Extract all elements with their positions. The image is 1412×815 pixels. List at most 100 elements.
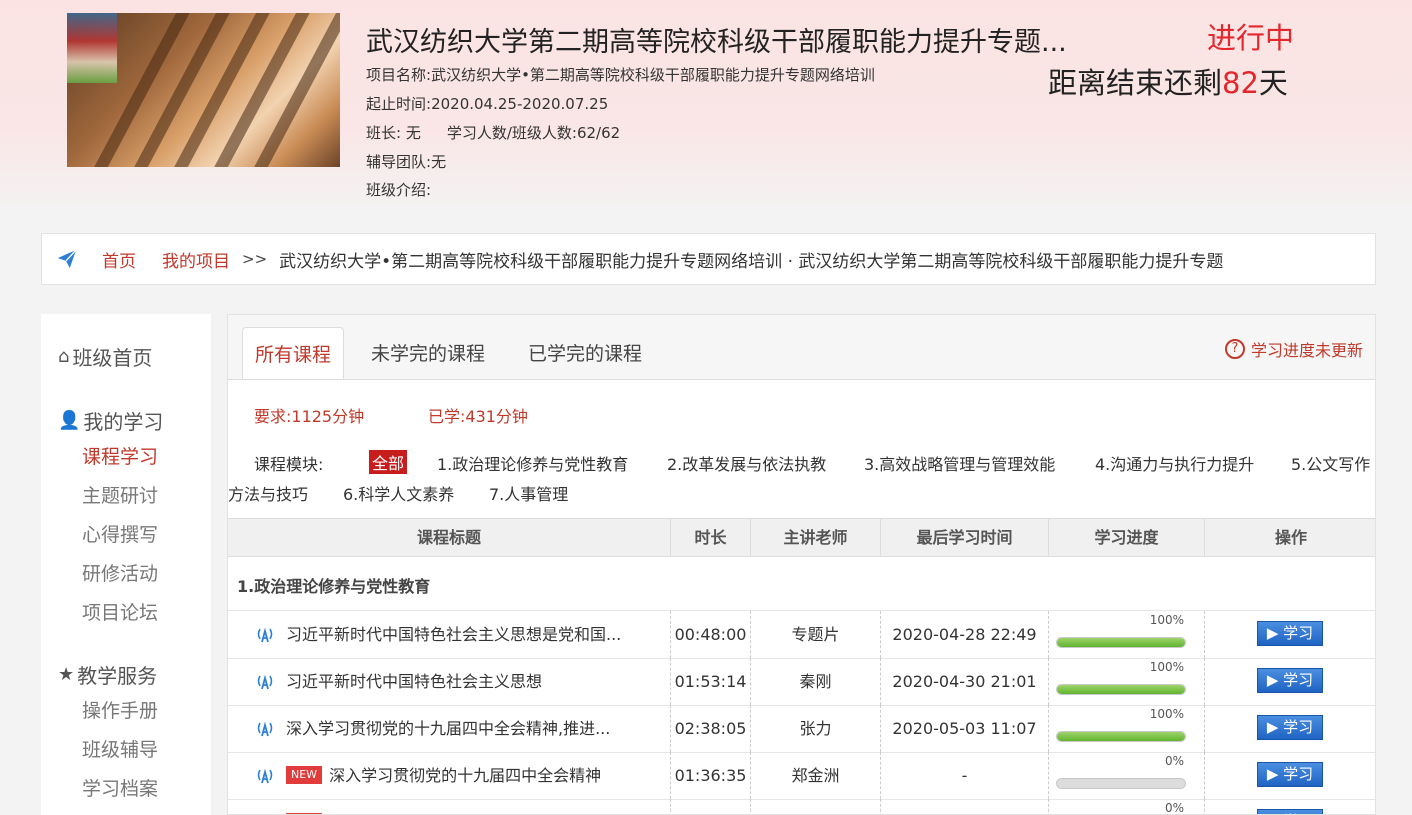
broadcast-icon — [257, 674, 273, 690]
last-study-cell — [881, 799, 1049, 814]
module-section-title: 1.政治理论修养与党性教育 — [237, 577, 431, 596]
question-icon: ? — [1224, 339, 1245, 359]
status-badge: 进行中 — [1207, 21, 1295, 55]
progress-not-updated-link[interactable]: ? 学习进度未更新 — [1224, 337, 1363, 361]
project-title: 武汉纺织大学第二期高等院校科级干部履职能力提升专题... — [366, 27, 1067, 58]
duration-cell: 00:48:00 — [671, 611, 751, 658]
breadcrumb-separator: >> — [242, 250, 268, 268]
col-teacher: 主讲老师 — [751, 519, 881, 556]
sidebar-item-course-study[interactable]: 课程学习 — [82, 442, 158, 469]
teacher-cell: 秦刚 — [751, 658, 881, 705]
sidebar-my-study-label: 我的学习 — [83, 410, 164, 434]
progress-percent: 100% — [1149, 660, 1184, 674]
study-button[interactable]: ▶ 学习 — [1257, 621, 1323, 646]
duration-cell: 02:38:05 — [671, 705, 751, 752]
tab-bar: 所有课程 未学完的课程 已学完的课程 ? 学习进度未更新 — [228, 315, 1375, 380]
col-progress: 学习进度 — [1049, 519, 1205, 556]
course-title-link[interactable]: NEW 深入学习贯彻党的十九届四中全会精神 — [286, 752, 601, 799]
study-button[interactable]: ▶ 学习 — [1257, 668, 1323, 693]
intro-line: 班级介绍: — [366, 179, 431, 200]
teacher-cell: 郑金洲 — [751, 752, 881, 799]
students-value: 62/62 — [576, 124, 621, 142]
user-icon: 👤 — [58, 410, 81, 431]
required-minutes: 要求:1125分钟 — [254, 407, 365, 426]
course-title-link[interactable]: 深入学习贯彻党的十九届四中全会精神,推进... — [286, 705, 610, 752]
progress-percent: 0% — [1164, 754, 1184, 768]
students-label: 学习人数/班级人数: — [446, 124, 577, 142]
sidebar-item-manual[interactable]: 操作手册 — [82, 696, 158, 723]
sidebar-services-heading: ★ 教学服务 — [58, 660, 157, 689]
progress-cell: 0% — [1049, 799, 1205, 814]
teacher-cell: 专题片 — [751, 611, 881, 658]
duration-cell — [671, 799, 751, 814]
sidebar-item-tutoring[interactable]: 班级辅导 — [82, 735, 158, 762]
tab-unfinished-courses[interactable]: 未学完的课程 — [359, 327, 497, 379]
course-title-link[interactable]: NEW — [286, 799, 329, 814]
sidebar-item-archive[interactable]: 学习档案 — [82, 774, 158, 801]
progress-bar — [1056, 778, 1186, 789]
module-2[interactable]: 2.改革发展与依法执教 — [667, 451, 826, 475]
broadcast-icon — [257, 768, 273, 784]
last-study-cell: 2020-05-03 11:07 — [881, 705, 1049, 752]
progress-cell: 100% — [1049, 611, 1205, 658]
progress-fill — [1057, 732, 1185, 741]
module-5-cont[interactable]: 方法与技巧 — [228, 481, 308, 505]
countdown-days: 82 — [1222, 66, 1259, 100]
progress-cell: 0% — [1049, 752, 1205, 799]
action-cell: ▶ 学习 — [1205, 752, 1375, 799]
course-title-link[interactable]: 习近平新时代中国特色社会主义思想是党和国... — [286, 611, 621, 658]
module-1[interactable]: 1.政治理论修养与党性教育 — [437, 451, 628, 475]
sidebar-item-forum[interactable]: 项目论坛 — [82, 598, 158, 625]
studied-minutes: 已学:431分钟 — [428, 407, 528, 426]
module-5[interactable]: 5.公文写作 — [1291, 451, 1370, 475]
sidebar-class-home[interactable]: ⌂ 班级首页 — [58, 342, 152, 371]
duration-cell: 01:36:35 — [671, 752, 751, 799]
sidebar-item-activities[interactable]: 研修活动 — [82, 559, 158, 586]
star-icon: ★ — [58, 664, 75, 685]
countdown: 距离结束还剩82天 — [1048, 60, 1288, 102]
teacher-cell: 张力 — [751, 705, 881, 752]
monitor-value: 无 — [405, 124, 421, 142]
module-4[interactable]: 4.沟通力与执行力提升 — [1095, 451, 1254, 475]
study-button[interactable]: ▶ 学习 — [1257, 809, 1323, 814]
tab-finished-courses[interactable]: 已学完的课程 — [516, 327, 654, 379]
module-all[interactable]: 全部 — [369, 450, 408, 474]
tab-all-courses[interactable]: 所有课程 — [242, 327, 345, 379]
progress-bar — [1056, 637, 1186, 648]
sidebar-item-topic-discussion[interactable]: 主题研讨 — [82, 481, 158, 508]
progress-note-label: 学习进度未更新 — [1250, 341, 1363, 360]
sidebar-item-reflection[interactable]: 心得撰写 — [82, 520, 158, 547]
module-3[interactable]: 3.高效战略管理与管理效能 — [864, 451, 1055, 475]
team-label: 辅导团队: — [366, 153, 432, 171]
sidebar-my-study-heading: 👤 我的学习 — [58, 406, 163, 435]
progress-percent: 100% — [1149, 613, 1184, 627]
table-row: 深入学习贯彻党的十九届四中全会精神,推进... 02:38:05 张力 2020-05… — [228, 705, 1375, 753]
progress-fill — [1057, 685, 1185, 694]
study-button[interactable]: ▶ 学习 — [1257, 715, 1323, 740]
project-name-label: 项目名称: — [366, 66, 432, 84]
last-study-cell: - — [881, 752, 1049, 799]
last-study-cell: 2020-04-28 22:49 — [881, 611, 1049, 658]
action-cell: ▶ 学习 — [1205, 799, 1375, 814]
col-duration: 时长 — [671, 519, 751, 556]
progress-percent: 100% — [1149, 707, 1184, 721]
broadcast-icon — [257, 627, 273, 643]
monitor-label: 班长: — [366, 124, 402, 142]
action-cell: ▶ 学习 — [1205, 611, 1375, 658]
study-button[interactable]: ▶ 学习 — [1257, 762, 1323, 787]
course-title-link[interactable]: 习近平新时代中国特色社会主义思想 — [286, 658, 542, 705]
period-line: 起止时间:2020.04.25-2020.07.25 — [366, 93, 608, 114]
breadcrumb-home-link[interactable]: 首页 — [102, 247, 136, 272]
breadcrumb-my-projects-link[interactable]: 我的项目 — [162, 247, 230, 272]
course-title-cell: 习近平新时代中国特色社会主义思想 — [228, 658, 671, 705]
module-7[interactable]: 7.人事管理 — [489, 481, 568, 505]
table-row: NEW 深入学习贯彻党的十九届四中全会精神 01:36:35 郑金洲 - 0% ▶ 学习 — [228, 752, 1375, 800]
progress-cell: 100% — [1049, 658, 1205, 705]
table-row: NEW 0% ▶ 学习 — [228, 799, 1375, 814]
col-title: 课程标题 — [228, 519, 671, 556]
action-cell: ▶ 学习 — [1205, 705, 1375, 752]
project-name-line: 项目名称:武汉纺织大学•第二期高等院校科级干部履职能力提升专题网络培训 — [366, 64, 875, 85]
project-name: 武汉纺织大学•第二期高等院校科级干部履职能力提升专题网络培训 — [431, 66, 875, 84]
countdown-prefix: 距离结束还剩 — [1048, 66, 1223, 100]
module-6[interactable]: 6.科学人文素养 — [343, 481, 454, 505]
